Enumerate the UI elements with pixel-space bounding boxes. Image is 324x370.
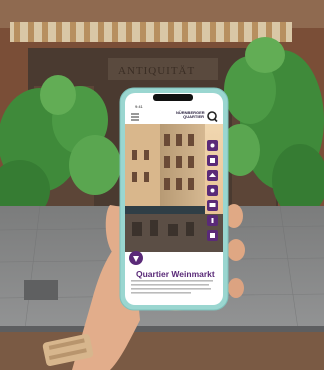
brand-logo: NÜRNBERGER QUARTIER xyxy=(176,111,205,119)
phone-app-overlay: 9:41 NÜRNBERGER QUARTIER Quartier Weinma… xyxy=(126,104,222,301)
status-time: 9:41 xyxy=(135,104,143,109)
brand-line-2: QUARTIER xyxy=(183,114,204,119)
drain-grate xyxy=(24,280,58,300)
shop-sign: ANTIQUITÄT xyxy=(118,65,195,77)
place-title: Quartier Weinmarkt xyxy=(136,269,215,279)
awning xyxy=(10,22,292,42)
